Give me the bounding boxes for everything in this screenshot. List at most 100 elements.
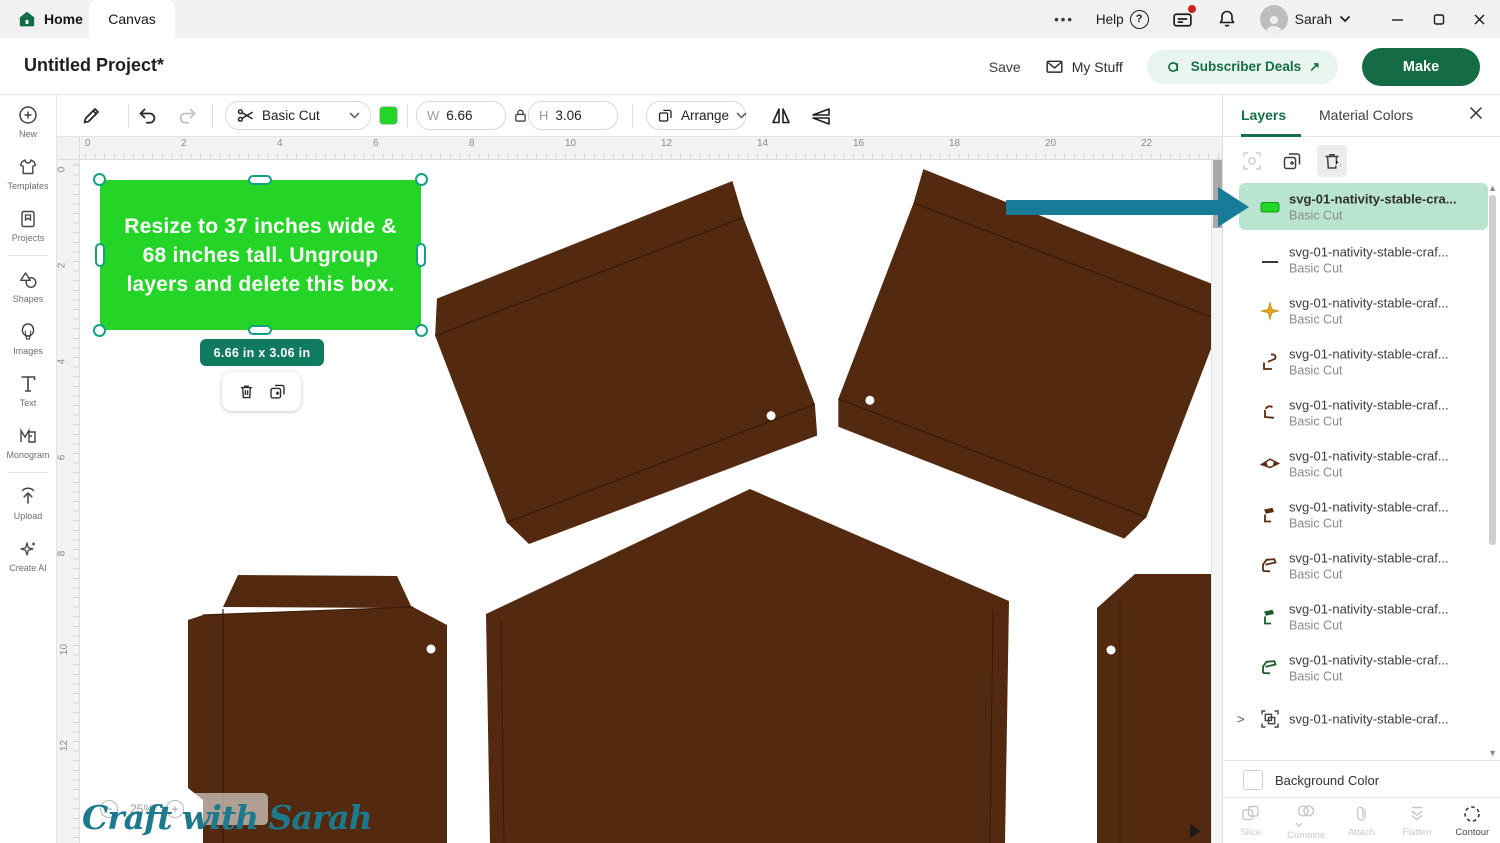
layer-row[interactable]: svg-01-nativity-stable-craf...Basic Cut	[1223, 285, 1500, 336]
user-menu[interactable]: Sarah	[1260, 5, 1351, 33]
layer-row[interactable]: svg-01-nativity-stable-craf...Basic Cut	[1223, 234, 1500, 285]
header-bar: Untitled Project* Save My Stuff Subscrib…	[0, 38, 1500, 95]
combine-button[interactable]: Combine	[1278, 798, 1333, 843]
window-minimize-button[interactable]	[1391, 13, 1404, 26]
layer-row[interactable]: svg-01-nativity-stable-cra...Basic Cut	[1239, 183, 1488, 230]
layer-row[interactable]: svg-01-nativity-stable-craf...Basic Cut	[1223, 591, 1500, 642]
notification-dot	[1188, 5, 1196, 13]
slice-icon	[1240, 803, 1262, 825]
flip-horizontal-icon[interactable]	[769, 105, 793, 127]
scroll-down-icon[interactable]: ▼	[1488, 748, 1497, 758]
sidebar-item-upload[interactable]: Upload	[0, 477, 56, 529]
canvas-shape-roof-left[interactable]	[422, 181, 829, 551]
sidebar-item-shapes[interactable]: Shapes	[0, 260, 56, 312]
layer-group-row[interactable]: >svg-01-nativity-stable-craf...	[1223, 693, 1500, 744]
bell-icon[interactable]	[1216, 8, 1238, 30]
layer-row[interactable]: svg-01-nativity-stable-craf...Basic Cut	[1223, 540, 1500, 591]
undo-icon[interactable]	[136, 105, 159, 127]
panel-scrollbar[interactable]: ▲ ▼	[1489, 183, 1497, 758]
flatten-button[interactable]: Flatten	[1389, 798, 1444, 843]
layer-name: svg-01-nativity-stable-craf...	[1289, 346, 1479, 361]
subscriber-deals-label: Subscriber Deals	[1191, 59, 1301, 74]
watermark: Craft with Sarah	[82, 798, 372, 837]
lock-icon[interactable]	[512, 107, 529, 124]
canvas-tab-label: Canvas	[108, 11, 155, 27]
overflow-menu-icon[interactable]: •••	[1054, 12, 1074, 27]
subscriber-deals-button[interactable]: Subscriber Deals ↗	[1147, 50, 1338, 84]
canvas-shape-wall-right[interactable]	[1097, 574, 1212, 843]
duplicate-layer-icon[interactable]	[1277, 145, 1307, 177]
layer-thumbnail-line	[1259, 249, 1281, 271]
scroll-right-arrow[interactable]	[1190, 824, 1201, 838]
action-label: Slice	[1240, 827, 1261, 838]
layer-row[interactable]: svg-01-nativity-stable-craf...Basic Cut	[1223, 489, 1500, 540]
layer-row[interactable]: svg-01-nativity-stable-craf...Basic Cut	[1223, 438, 1500, 489]
layer-name: svg-01-nativity-stable-craf...	[1289, 295, 1479, 310]
canvas-shape-roof-right[interactable]	[825, 169, 1212, 543]
pencil-icon[interactable]	[80, 105, 102, 127]
design-canvas[interactable]: Resize to 37 inches wide & 68 inches tal…	[80, 160, 1212, 843]
scrollbar-thumb[interactable]	[1213, 160, 1222, 228]
selection-handle-top-right[interactable]	[415, 173, 428, 186]
width-field[interactable]: W 6.66	[416, 101, 506, 130]
panel-close-icon[interactable]	[1468, 105, 1484, 121]
background-color-swatch[interactable]	[1243, 770, 1263, 790]
layer-name: svg-01-nativity-stable-cra...	[1289, 191, 1479, 206]
duplicate-object-icon[interactable]	[268, 382, 287, 401]
selection-handle-top[interactable]	[248, 175, 272, 185]
panel-scrollbar-thumb[interactable]	[1489, 195, 1496, 545]
contour-button[interactable]: Contour	[1445, 798, 1500, 843]
make-button[interactable]: Make	[1362, 48, 1480, 86]
canvas-area: 0246810121416182022 024681012	[57, 137, 1222, 843]
layer-row[interactable]: svg-01-nativity-stable-craf...Basic Cut	[1223, 642, 1500, 693]
selection-handle-top-left[interactable]	[93, 173, 106, 186]
sidebar-item-monogram[interactable]: Monogram	[0, 416, 56, 468]
sidebar-item-new[interactable]: New	[0, 95, 56, 147]
expand-chevron-icon[interactable]: >	[1237, 711, 1245, 726]
tab-layers[interactable]: Layers	[1241, 107, 1286, 123]
canvas-vertical-scrollbar[interactable]	[1211, 160, 1222, 843]
delete-layer-button[interactable]	[1317, 145, 1347, 177]
selection-handle-left[interactable]	[95, 243, 105, 267]
sidebar-item-templates[interactable]: Templates	[0, 147, 56, 199]
tab-canvas[interactable]: Canvas	[89, 0, 175, 38]
arrange-icon	[657, 107, 674, 124]
subscription-card-icon[interactable]	[1171, 8, 1194, 31]
redo-icon[interactable]	[176, 105, 199, 127]
tab-home[interactable]: Home	[18, 0, 83, 38]
background-color-label: Background Color	[1275, 773, 1379, 788]
my-stuff-button[interactable]: My Stuff	[1045, 58, 1123, 75]
sidebar-item-create-ai[interactable]: Create AI	[0, 529, 56, 581]
window-maximize-button[interactable]	[1432, 13, 1445, 26]
arrange-dropdown[interactable]: Arrange	[646, 101, 746, 130]
color-swatch[interactable]	[379, 106, 398, 125]
linetype-dropdown[interactable]: Basic Cut	[225, 101, 371, 130]
layer-row[interactable]: svg-01-nativity-stable-craf...Basic Cut	[1223, 336, 1500, 387]
window-close-button[interactable]	[1473, 13, 1486, 26]
home-tab-label: Home	[44, 11, 83, 27]
sidebar-item-images[interactable]: Images	[0, 312, 56, 364]
tab-material-colors[interactable]: Material Colors	[1319, 107, 1413, 123]
delete-object-icon[interactable]	[237, 382, 256, 401]
selection-handle-right[interactable]	[416, 243, 426, 267]
flip-vertical-icon[interactable]	[809, 105, 833, 127]
selection-handle-bottom-right[interactable]	[415, 324, 428, 337]
select-all-icon[interactable]	[1237, 145, 1267, 177]
attach-button[interactable]: Attach	[1334, 798, 1389, 843]
selection-handle-bottom[interactable]	[248, 325, 272, 335]
height-field[interactable]: H 3.06	[528, 101, 618, 130]
instruction-note-box[interactable]: Resize to 37 inches wide & 68 inches tal…	[100, 180, 421, 330]
slice-button[interactable]: Slice	[1223, 798, 1278, 843]
selection-handle-bottom-left[interactable]	[93, 324, 106, 337]
layer-row[interactable]: svg-01-nativity-stable-craf...Basic Cut	[1223, 387, 1500, 438]
sidebar-item-projects[interactable]: Projects	[0, 199, 56, 251]
scroll-up-icon[interactable]: ▲	[1488, 183, 1497, 193]
sidebar-item-label: Upload	[14, 511, 43, 521]
help-button[interactable]: Help ?	[1096, 10, 1149, 29]
sidebar-item-text[interactable]: Text	[0, 364, 56, 416]
save-button[interactable]: Save	[989, 59, 1021, 75]
avatar	[1260, 5, 1288, 33]
width-value: 6.66	[446, 108, 472, 123]
canvas-shape-gable[interactable]	[486, 489, 1009, 843]
layer-meta: svg-01-nativity-stable-craf...Basic Cut	[1289, 346, 1479, 377]
